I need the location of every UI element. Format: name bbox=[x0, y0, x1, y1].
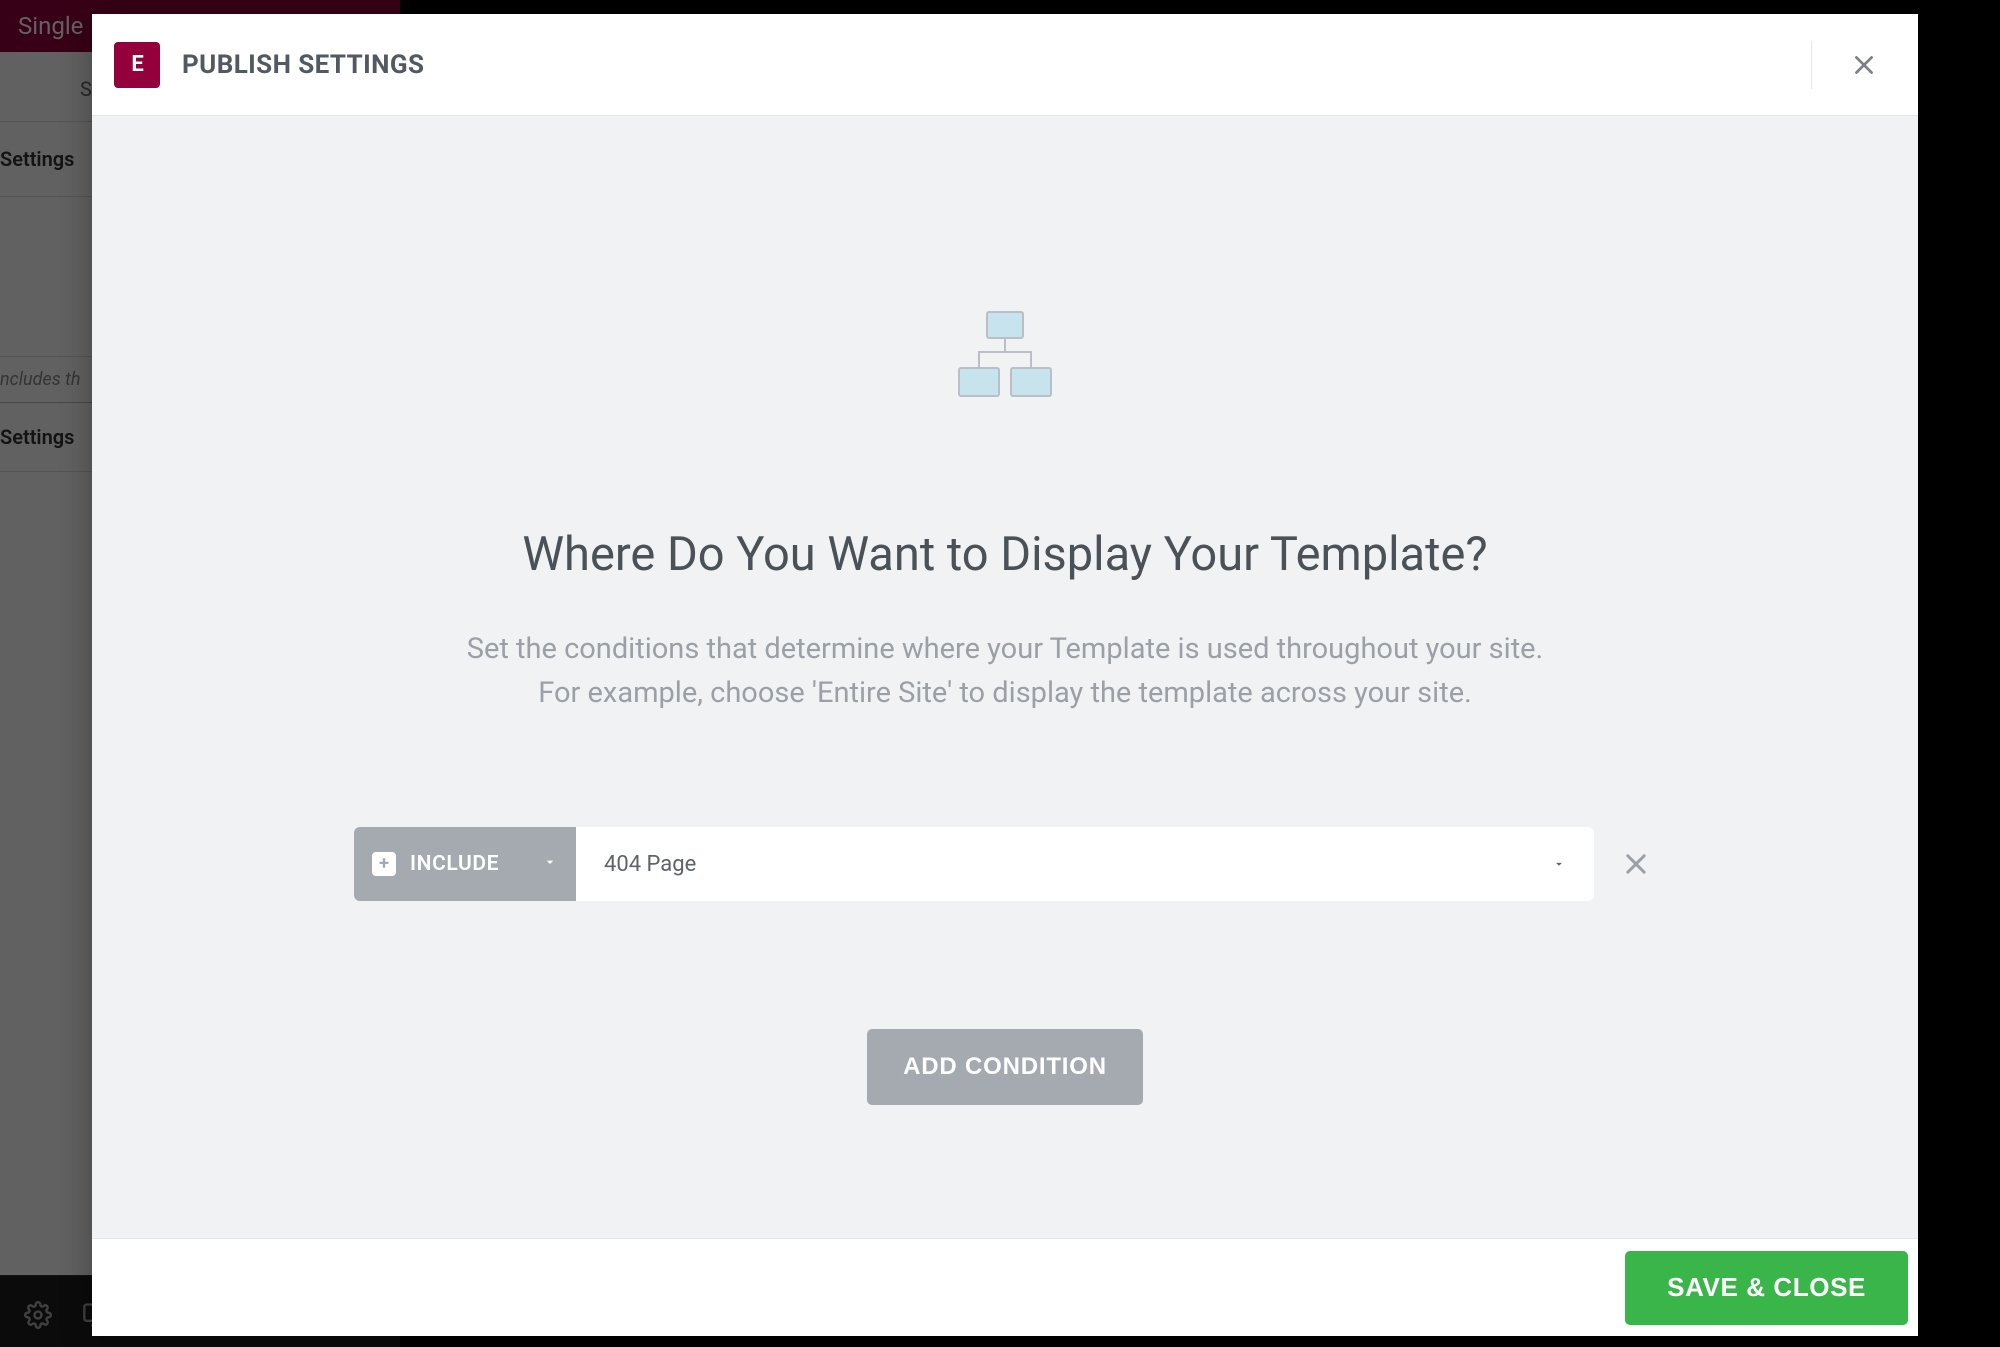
conditions-description-line2: For example, choose 'Entire Site' to dis… bbox=[538, 676, 1471, 710]
add-condition-button[interactable]: ADD CONDITION bbox=[867, 1029, 1143, 1105]
publish-settings-modal: E PUBLISH SETTINGS Where Do You Want to … bbox=[92, 14, 1918, 1336]
plus-icon: + bbox=[372, 852, 396, 876]
conditions-description: Set the conditions that determine where … bbox=[467, 628, 1543, 715]
close-button[interactable] bbox=[1840, 41, 1888, 89]
conditions-description-line1: Set the conditions that determine where … bbox=[467, 632, 1543, 666]
modal-header: E PUBLISH SETTINGS bbox=[92, 14, 1918, 116]
save-close-button[interactable]: SAVE & CLOSE bbox=[1625, 1251, 1908, 1325]
condition-mode-select[interactable]: + INCLUDE bbox=[354, 827, 576, 901]
remove-condition-button[interactable] bbox=[1616, 844, 1656, 884]
modal-close-wrap bbox=[1811, 41, 1888, 89]
modal-body: Where Do You Want to Display Your Templa… bbox=[92, 116, 1918, 1238]
chevron-down-icon bbox=[542, 854, 558, 874]
condition-target-value: 404 Page bbox=[604, 852, 696, 877]
conditions-hierarchy-icon bbox=[958, 311, 1052, 397]
conditions-heading: Where Do You Want to Display Your Templa… bbox=[522, 527, 1487, 582]
close-icon bbox=[1851, 52, 1877, 78]
close-icon bbox=[1622, 850, 1650, 878]
modal-title: PUBLISH SETTINGS bbox=[182, 50, 424, 80]
condition-row: + INCLUDE 404 Page bbox=[354, 827, 1656, 901]
modal-footer: SAVE & CLOSE bbox=[92, 1238, 1918, 1336]
condition-mode-label: INCLUDE bbox=[410, 852, 499, 876]
condition-target-select[interactable]: 404 Page bbox=[576, 827, 1594, 901]
chevron-down-icon bbox=[1552, 852, 1566, 877]
elementor-logo-icon: E bbox=[114, 42, 160, 88]
